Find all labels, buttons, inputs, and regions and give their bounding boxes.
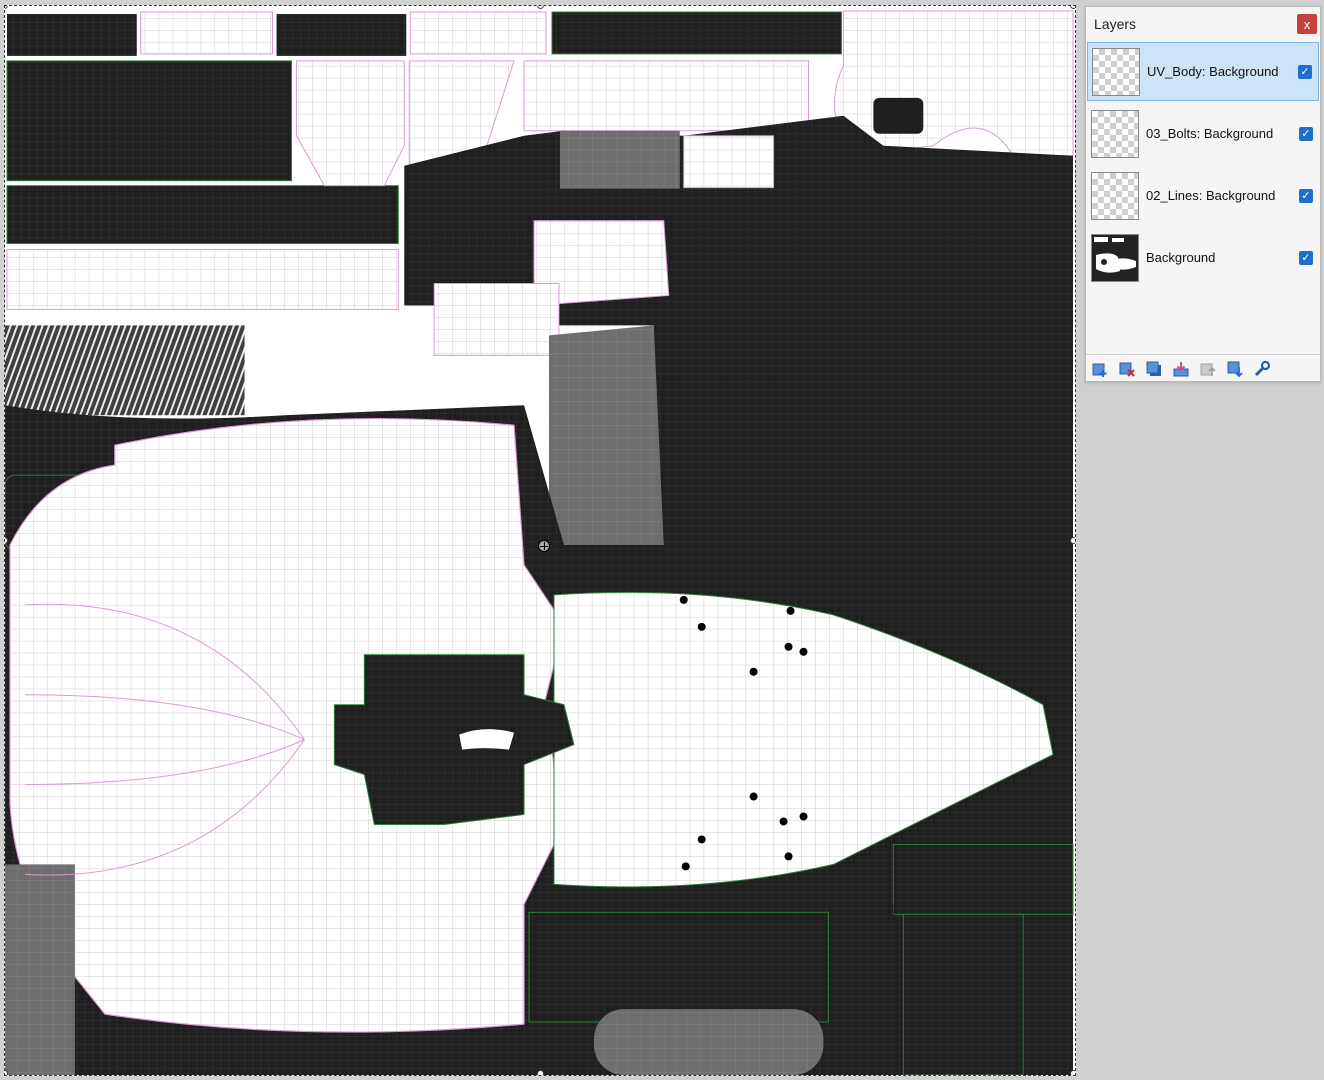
layer-row-background[interactable]: Background ✓ [1087,228,1319,287]
delete-layer-icon[interactable] [1117,359,1137,379]
layer-row-bolts[interactable]: 03_Bolts: Background ✓ [1087,104,1319,163]
move-layer-up-icon[interactable] [1198,359,1218,379]
layer-thumbnail [1091,171,1139,220]
layer-properties-icon[interactable] [1252,359,1272,379]
layers-panel: Layers x UV_Body: Background ✓ 03_Bolts:… [1085,6,1321,382]
layers-panel-title: Layers [1094,16,1137,32]
canvas-handle-bottom-center[interactable] [537,1070,544,1075]
layer-row-uv-body[interactable]: UV_Body: Background ✓ [1087,42,1319,101]
rotation-center-handle[interactable] [538,540,550,552]
layer-row-lines[interactable]: 02_Lines: Background ✓ [1087,166,1319,225]
layers-toolbar [1086,354,1320,382]
layer-name: Background [1146,250,1216,265]
background-thumbnail-image [1092,234,1138,281]
layer-name: 03_Bolts: Background [1146,126,1274,141]
layer-thumbnail [1091,109,1139,158]
canvas-handle-top-right[interactable] [1070,6,1075,9]
layer-visibility-checkbox[interactable]: ✓ [1299,126,1313,141]
layer-visibility-checkbox[interactable]: ✓ [1298,64,1312,79]
add-layer-icon[interactable] [1090,359,1110,379]
layer-name: 02_Lines: Background [1146,188,1276,203]
layer-visibility-checkbox[interactable]: ✓ [1299,188,1313,203]
canvas-handle-bottom-right[interactable] [1070,1070,1075,1075]
image-canvas[interactable] [4,5,1076,1076]
move-layer-down-icon[interactable] [1225,359,1245,379]
canvas-handle-bottom-left[interactable] [5,1070,8,1075]
layer-thumbnail [1091,233,1139,282]
layer-thumbnail [1092,47,1140,96]
layers-panel-header[interactable]: Layers x [1086,7,1320,41]
layer-list: UV_Body: Background ✓ 03_Bolts: Backgrou… [1086,42,1320,354]
layer-visibility-checkbox[interactable]: ✓ [1299,250,1313,265]
duplicate-layer-icon[interactable] [1144,359,1164,379]
layer-name: UV_Body: Background [1147,64,1279,79]
merge-layer-down-icon[interactable] [1171,359,1191,379]
close-button[interactable]: x [1297,14,1317,34]
canvas-handle-middle-right[interactable] [1070,537,1075,544]
